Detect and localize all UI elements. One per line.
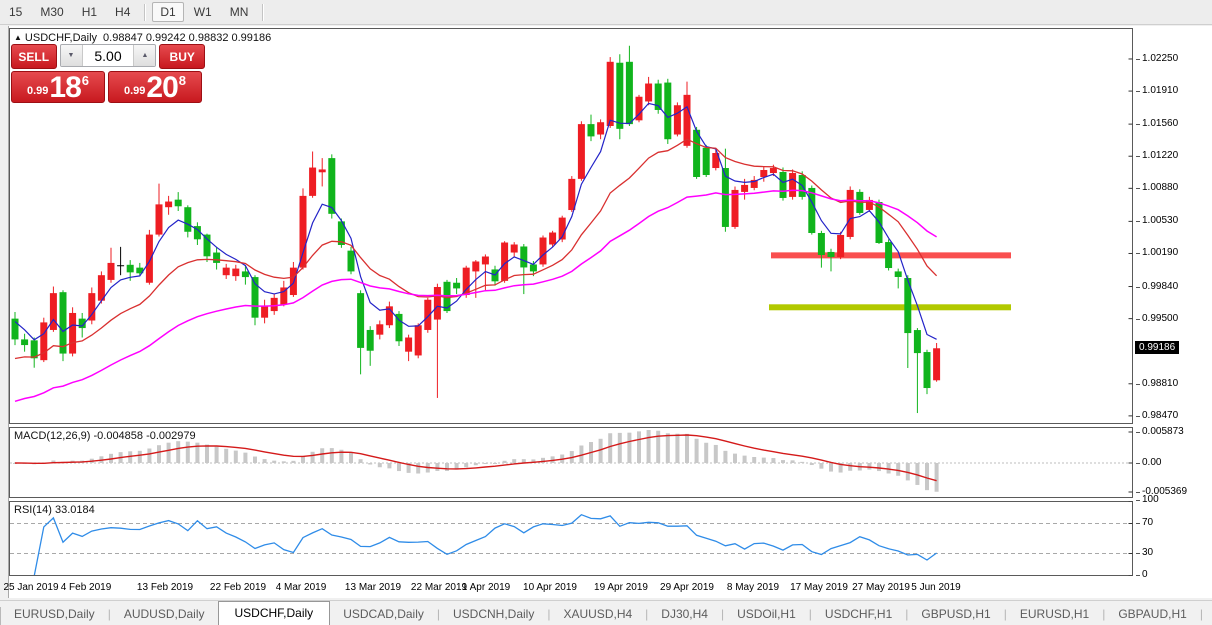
date-label: 22 Feb 2019 [210,582,266,593]
tab-audusd-daily[interactable]: AUDUSD,Daily [111,603,218,625]
symbol-ohlc-line: ▲USDCHF,Daily 0.98847 0.99242 0.98832 0.9… [14,32,271,44]
price-axis[interactable]: 1.02250 1.01910 1.01560 1.01220 1.00880 1.005… [1133,26,1212,598]
sell-price-button[interactable]: 0.99 18 6 [11,71,105,103]
trading-terminal: 15M30H1H4D1W1MN ▲USDCHF,Daily0.98847 0.9… [0,0,1212,625]
ohlc-values: 0.98847 0.99242 0.98832 0.99186 [103,32,271,44]
timeframe-button-d1[interactable]: D1 [152,2,183,22]
volume-stepper: ▼ 5.00 ▲ [60,44,157,67]
price-axis-label: 0.98810 [1142,378,1178,389]
one-click-trade-panel: SELL ▼ 5.00 ▲ BUY 0.99 18 6 0.99 20 8 [11,44,205,103]
volume-decrease-button[interactable]: ▼ [61,45,83,66]
price-axis-label: 1.01910 [1142,85,1178,96]
timeframe-toolbar: 15M30H1H4 D1W1MN [0,0,1212,25]
tab-xauusd-h4[interactable]: XAUUSD,H4 [550,603,645,625]
tab-usdchf-daily[interactable]: USDCHF,Daily [218,601,331,625]
sell-price-prefix: 0.99 [27,85,48,97]
price-axis-label: 0.99840 [1142,281,1178,292]
timeframe-button-15[interactable]: 15 [1,2,30,22]
buy-button[interactable]: BUY [159,44,205,69]
tab-usdchf-h1[interactable]: USDCHF,H1 [812,603,905,625]
date-label: 13 Feb 2019 [137,582,193,593]
timeframe-button-m30[interactable]: M30 [32,2,71,22]
price-axis-label: 1.00530 [1142,215,1178,226]
sell-price-big: 18 [49,75,80,101]
rsi-value: 33.0184 [55,504,95,516]
toolbar-separator [144,4,146,21]
date-label: 22 Mar 2019 [411,582,467,593]
tab-eurusd-h1[interactable]: EURUSD,H1 [1007,603,1102,625]
macd-axis-label: 0.005873 [1142,426,1184,437]
rsi-axis-label: 70 [1142,517,1153,528]
tab-usdoil-h1[interactable]: USDOil,H1 [724,603,809,625]
date-label: 4 Feb 2019 [61,582,112,593]
macd-axis-label: 0.00 [1142,457,1161,468]
price-axis-label: 1.00190 [1142,247,1178,258]
buy-price-button[interactable]: 0.99 20 8 [108,71,202,103]
timeframe-button-h1[interactable]: H1 [74,2,105,22]
tab-usdjp[interactable]: USDJP [1203,603,1212,625]
moving-average-medium [15,139,937,358]
buy-price-prefix: 0.99 [124,85,145,97]
buy-price-pipette: 8 [179,73,186,88]
current-price-tag: 0.99186 [1135,341,1179,354]
sell-price-pipette: 6 [82,73,89,88]
volume-increase-button[interactable]: ▲ [133,45,155,66]
collapse-icon[interactable]: ▲ [14,33,22,42]
date-label: 17 May 2019 [790,582,848,593]
price-axis-label: 1.01220 [1142,150,1178,161]
date-label: 29 Apr 2019 [660,582,714,593]
date-label: 8 May 2019 [727,582,779,593]
tab-usdcad-daily[interactable]: USDCAD,Daily [330,603,437,625]
price-axis-label: 0.98470 [1142,410,1178,421]
date-label: 27 May 2019 [852,582,910,593]
timeframe-button-w1[interactable]: W1 [186,2,220,22]
rsi-indicator-pane[interactable] [9,501,1133,576]
macd-label: MACD(12,26,9) -0.004858 -0.002979 [14,430,196,442]
date-label: 25 Jan 2019 [3,582,58,593]
rsi-axis-label: 100 [1142,494,1159,505]
horizontal-ray[interactable] [769,304,1011,310]
sell-button[interactable]: SELL [11,44,57,69]
tab-eurusd-daily[interactable]: EURUSD,Daily [1,603,108,625]
timeframe-button-h4[interactable]: H4 [107,2,138,22]
tab-usdcnh-daily[interactable]: USDCNH,Daily [440,603,547,625]
date-label: 10 Apr 2019 [523,582,577,593]
rsi-axis-label: 0 [1142,569,1148,580]
date-label: 19 Apr 2019 [594,582,648,593]
price-axis-label: 1.02250 [1142,53,1178,64]
buy-price-big: 20 [146,75,177,101]
date-label: 13 Mar 2019 [345,582,401,593]
symbol-name: USDCHF,Daily [25,32,97,44]
time-axis[interactable]: 25 Jan 20194 Feb 201913 Feb 201922 Feb 2… [9,578,1133,597]
date-label: 1 Apr 2019 [462,582,510,593]
price-axis-label: 1.00880 [1142,182,1178,193]
price-axis-label: 1.01560 [1142,118,1178,129]
timeframe-button-mn[interactable]: MN [222,2,257,22]
chart-tab-bar: EURUSD,Daily|AUDUSD,DailyUSDCHF,DailyUSD… [0,600,1212,625]
price-axis-label: 0.99500 [1142,313,1178,324]
date-label: 4 Mar 2019 [276,582,327,593]
tab-dj30-h4[interactable]: DJ30,H4 [648,603,721,625]
date-label: 5 Jun 2019 [911,582,961,593]
macd-values: -0.004858 -0.002979 [93,430,195,442]
tab-gbpusd-h1[interactable]: GBPUSD,H1 [908,603,1003,625]
chart-window[interactable]: ▲USDCHF,Daily0.98847 0.99242 0.98832 0.9… [8,26,1212,598]
volume-input[interactable]: 5.00 [83,45,134,66]
rsi-axis-label: 30 [1142,547,1153,558]
tab-gbpaud-h1[interactable]: GBPAUD,H1 [1105,603,1199,625]
toolbar-separator [262,4,264,21]
rsi-label: RSI(14) 33.0184 [14,504,95,516]
